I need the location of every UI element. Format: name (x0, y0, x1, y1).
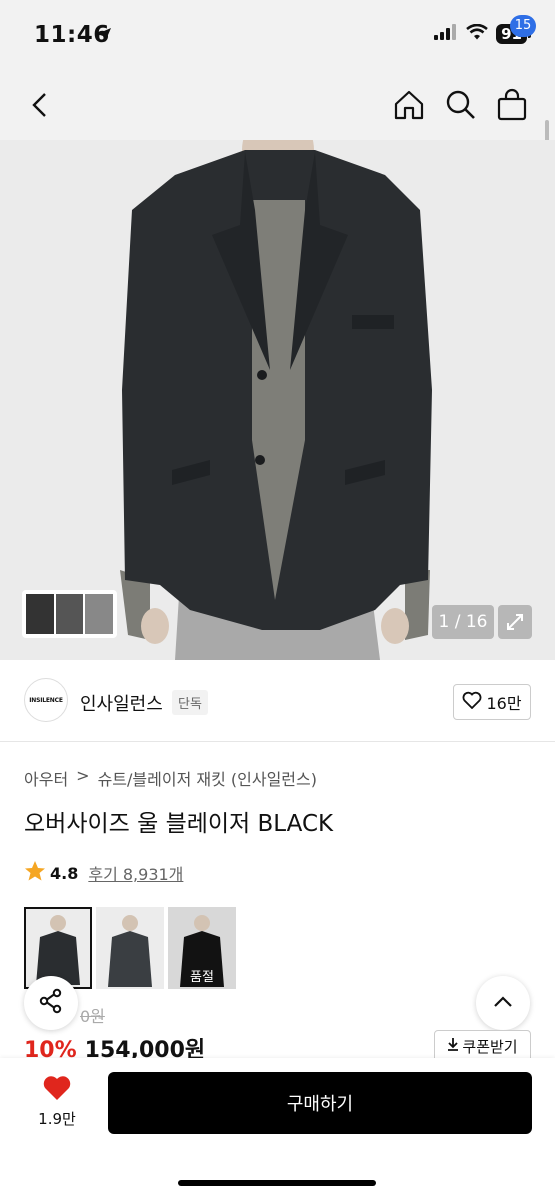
product-image-gallery[interactable]: 1 / 16 (0, 140, 555, 660)
download-icon (447, 1037, 459, 1055)
brand-logo[interactable]: INSILENCE (24, 678, 68, 722)
breadcrumb: 아우터 > 슈트/블레이저 재킷 (인사일런스) (24, 766, 317, 790)
gallery-counter: 1 / 16 (432, 605, 494, 639)
gallery-thumbnail[interactable] (55, 594, 84, 634)
share-button[interactable] (24, 976, 78, 1030)
brand-like-count: 16만 (486, 694, 522, 713)
buy-button[interactable]: 구매하기 (108, 1072, 532, 1134)
back-icon[interactable] (28, 90, 52, 124)
variant-option[interactable]: 품절 (168, 907, 236, 989)
coupon-label: 쿠폰받기 (462, 1037, 518, 1056)
variant-option[interactable] (96, 907, 164, 989)
rating-score: 4.8 (50, 863, 79, 883)
gallery-thumbnails[interactable] (22, 590, 117, 638)
variant-image (26, 909, 90, 987)
location-arrow-icon (95, 26, 113, 48)
variant-image (96, 907, 164, 989)
heart-outline-icon (462, 691, 482, 713)
wishlist-count: 1.9만 (38, 1110, 76, 1128)
review-count-link[interactable]: 후기 8,931개 (88, 861, 183, 885)
status-bar: 11:46 91 (0, 0, 555, 70)
scroll-top-button[interactable] (476, 976, 530, 1030)
signal-icon (434, 24, 458, 44)
gallery-thumbnail[interactable] (85, 594, 114, 634)
brand-name[interactable]: 인사일런스 (80, 690, 163, 716)
home-indicator (178, 1180, 376, 1186)
search-icon[interactable] (444, 88, 478, 126)
rating-row[interactable]: 4.8 후기 8,931개 (24, 860, 183, 886)
breadcrumb-separator: > (76, 766, 90, 785)
cart-count-badge: 15 (510, 15, 536, 37)
brand-row: INSILENCE 인사일런스 단독 16만 (0, 660, 555, 742)
original-price: 0원 (80, 1007, 105, 1026)
breadcrumb-level1[interactable]: 아우터 (24, 766, 68, 790)
gallery-thumbnail[interactable] (26, 594, 54, 634)
product-photo (0, 140, 555, 660)
bottom-action-bar: 1.9만 구매하기 (0, 1058, 555, 1200)
chevron-up-icon (492, 994, 514, 1013)
brand-like-button[interactable]: 16만 (453, 684, 531, 720)
sold-out-label: 품절 (190, 970, 214, 985)
share-icon (38, 988, 64, 1018)
home-icon[interactable] (392, 88, 426, 126)
wishlist-button[interactable]: 1.9만 (28, 1074, 86, 1129)
expand-icon[interactable] (498, 605, 532, 639)
heart-filled-icon (42, 1076, 72, 1106)
star-icon (24, 860, 46, 886)
exclusive-badge: 단독 (172, 690, 208, 715)
breadcrumb-level2[interactable]: 슈트/블레이저 재킷 (인사일런스) (98, 766, 317, 790)
top-nav (0, 70, 555, 140)
cart-icon[interactable] (496, 88, 528, 126)
product-title: 오버사이즈 울 블레이저 BLACK (24, 811, 334, 837)
wifi-icon (466, 23, 488, 44)
